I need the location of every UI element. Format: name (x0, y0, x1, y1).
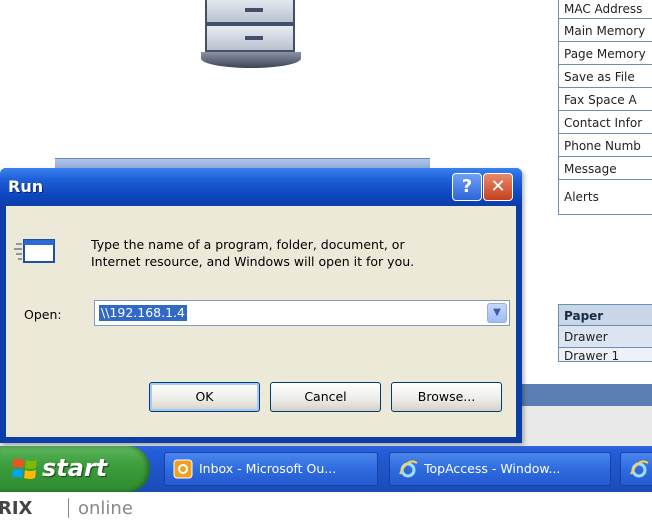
start-label: start (42, 454, 108, 482)
run-dialog-title: Run (8, 177, 44, 196)
help-button[interactable]: ? (452, 173, 482, 201)
close-button[interactable]: ✕ (483, 173, 513, 201)
ie-icon (399, 459, 418, 477)
open-input[interactable]: \\192.168.1.4 ▼ (94, 300, 510, 326)
table-row: Phone Numb (559, 134, 652, 157)
table-row: Main Memory (559, 19, 652, 42)
run-dialog-titlebar[interactable]: Run ? ✕ (0, 168, 522, 206)
table-row: Fax Space A (559, 88, 652, 111)
description-line-2: Internet resource, and Windows will open… (91, 254, 415, 269)
run-program-icon (14, 239, 55, 263)
table-row: MAC Address (559, 0, 652, 19)
table-row: Page Memory (559, 42, 652, 65)
table-row: Contact Infor (559, 111, 652, 134)
taskbar-item-label: TopAccess - Window... (424, 461, 561, 476)
description-line-1: Type the name of a program, folder, docu… (91, 237, 405, 252)
printer-illustration (201, 0, 301, 68)
table-row: Alerts (559, 180, 652, 215)
brand-name: RIX (0, 498, 33, 519)
taskbar-item-ie[interactable] (620, 452, 652, 486)
paper-table-subheader: Drawer (559, 326, 652, 348)
device-properties-table: MAC Address Main Memory Page Memory Save… (558, 0, 652, 215)
taskbar-item-label: Inbox - Microsoft Ou... (199, 461, 337, 476)
taskbar-item-inbox[interactable]: Inbox - Microsoft Ou... (164, 452, 378, 486)
run-dialog-description: Type the name of a program, folder, docu… (91, 236, 511, 270)
paper-table: Paper Drawer Drawer 1 (558, 304, 652, 362)
footer-brand: RIX online (0, 492, 652, 521)
taskbar-item-topaccess[interactable]: TopAccess - Window... (389, 452, 611, 486)
cancel-button[interactable]: Cancel (270, 382, 381, 412)
ie-icon (630, 459, 649, 477)
open-label: Open: (24, 307, 62, 322)
outlook-icon (173, 459, 193, 478)
brand-divider (68, 498, 69, 518)
ok-button[interactable]: OK (149, 382, 260, 412)
background-window-band (520, 384, 652, 406)
windows-logo-icon (12, 459, 37, 479)
table-row: Drawer 1 (559, 348, 652, 362)
open-input-value[interactable]: \\192.168.1.4 (99, 305, 187, 321)
brand-suffix: online (78, 498, 133, 519)
printer-drawer-top (205, 0, 295, 24)
start-button[interactable]: start (0, 446, 150, 492)
printer-drawer-bottom (205, 24, 295, 52)
browse-button[interactable]: Browse... (391, 382, 502, 412)
taskbar: start Inbox - Microsoft Ou... TopAccess … (0, 446, 652, 492)
table-row: Message (559, 157, 652, 180)
paper-table-header: Paper (559, 304, 652, 326)
table-row: Save as File (559, 65, 652, 88)
run-dialog: Run ? ✕ Type the name of a program, fold… (0, 168, 522, 443)
printer-base (201, 52, 301, 68)
chevron-down-icon[interactable]: ▼ (487, 303, 507, 323)
